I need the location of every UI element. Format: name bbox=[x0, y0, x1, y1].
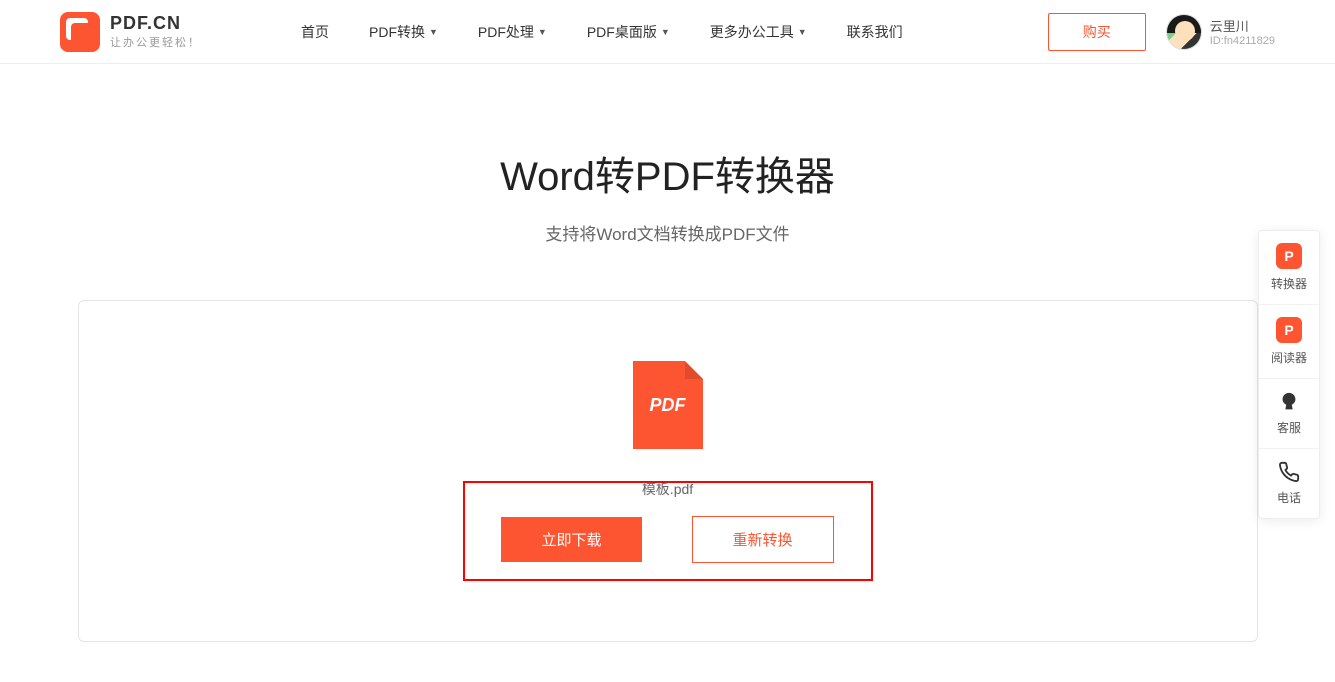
pdf-file-icon: PDF bbox=[633, 361, 703, 449]
logo[interactable]: PDF.CN 让办公更轻松！ bbox=[60, 12, 201, 52]
user-id: ID:fn4211829 bbox=[1210, 35, 1275, 47]
header: PDF.CN 让办公更轻松！ 首页 PDF转换▼ PDF处理▼ PDF桌面版▼ … bbox=[0, 0, 1335, 64]
header-right: 购买 云里川 ID:fn4211829 bbox=[1048, 13, 1275, 51]
chevron-down-icon: ▼ bbox=[798, 27, 807, 37]
phone-icon bbox=[1278, 461, 1300, 483]
chevron-down-icon: ▼ bbox=[661, 27, 670, 37]
support-icon bbox=[1278, 391, 1300, 413]
nav-more-tools[interactable]: 更多办公工具▼ bbox=[710, 22, 807, 42]
sidebar-converter[interactable]: P 转换器 bbox=[1259, 231, 1319, 305]
nav-process[interactable]: PDF处理▼ bbox=[478, 22, 547, 42]
user-block[interactable]: 云里川 ID:fn4211829 bbox=[1166, 14, 1275, 50]
nav-desktop[interactable]: PDF桌面版▼ bbox=[587, 22, 670, 42]
nav-contact[interactable]: 联系我们 bbox=[847, 22, 903, 42]
sidebar-item-label: 阅读器 bbox=[1271, 349, 1307, 366]
sidebar-item-label: 客服 bbox=[1277, 419, 1301, 436]
logo-subtitle: 让办公更轻松！ bbox=[110, 34, 201, 50]
float-sidebar: P 转换器 P 阅读器 客服 电话 bbox=[1258, 230, 1320, 519]
logo-icon bbox=[60, 12, 100, 52]
filename-label: 模板.pdf bbox=[99, 479, 1237, 499]
sidebar-item-label: 电话 bbox=[1277, 489, 1301, 506]
sidebar-phone[interactable]: 电话 bbox=[1259, 449, 1319, 518]
reconvert-button[interactable]: 重新转换 bbox=[692, 516, 834, 563]
pdf-badge-text: PDF bbox=[650, 395, 686, 416]
page-title: Word转PDF转换器 bbox=[0, 144, 1335, 202]
avatar bbox=[1166, 14, 1202, 50]
nav-home[interactable]: 首页 bbox=[301, 22, 329, 42]
logo-text: PDF.CN 让办公更轻松！ bbox=[110, 13, 201, 50]
sidebar-reader[interactable]: P 阅读器 bbox=[1259, 305, 1319, 379]
download-button[interactable]: 立即下载 bbox=[501, 517, 641, 562]
buy-button[interactable]: 购买 bbox=[1048, 13, 1146, 51]
reader-icon: P bbox=[1276, 317, 1302, 343]
result-panel: PDF 模板.pdf 立即下载 重新转换 bbox=[78, 300, 1258, 642]
converter-icon: P bbox=[1276, 243, 1302, 269]
logo-title: PDF.CN bbox=[110, 13, 201, 34]
nav-convert[interactable]: PDF转换▼ bbox=[369, 22, 438, 42]
sidebar-item-label: 转换器 bbox=[1271, 275, 1307, 292]
nav-menu: 首页 PDF转换▼ PDF处理▼ PDF桌面版▼ 更多办公工具▼ 联系我们 bbox=[301, 22, 903, 42]
sidebar-support[interactable]: 客服 bbox=[1259, 379, 1319, 449]
chevron-down-icon: ▼ bbox=[429, 27, 438, 37]
chevron-down-icon: ▼ bbox=[538, 27, 547, 37]
main-content: Word转PDF转换器 支持将Word文档转换成PDF文件 PDF 模板.pdf… bbox=[0, 64, 1335, 682]
page-subtitle: 支持将Word文档转换成PDF文件 bbox=[0, 220, 1335, 245]
user-name: 云里川 bbox=[1210, 16, 1275, 35]
